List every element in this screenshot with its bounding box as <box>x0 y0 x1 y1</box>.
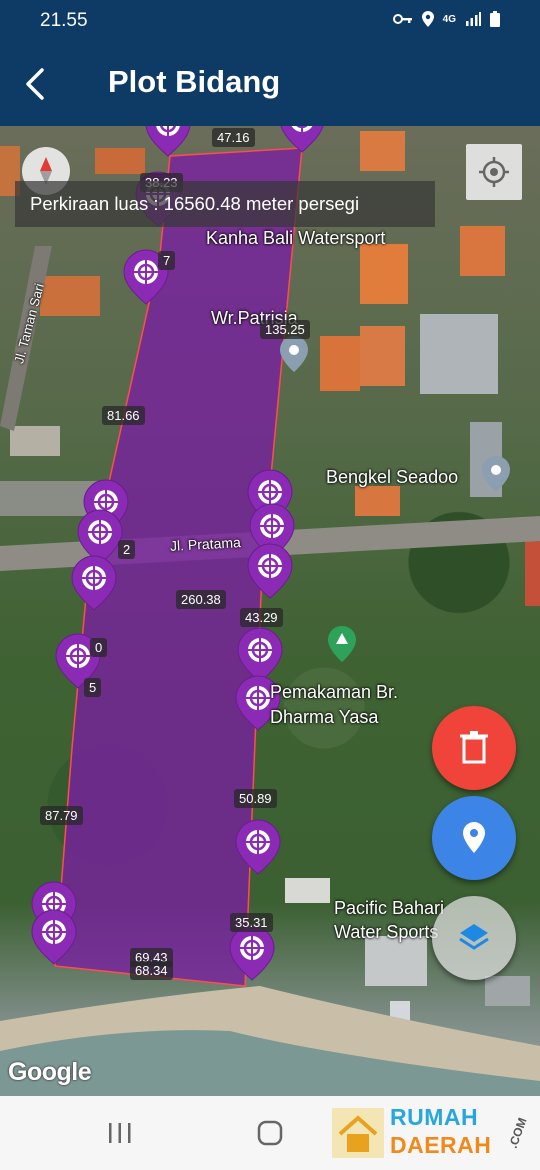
google-logo: Google <box>8 1058 92 1086</box>
segment-label: 50.89 <box>234 789 277 808</box>
place-label-pacific-bahari: Pacific Bahari Water Sports <box>334 898 445 942</box>
segment-label: 2 <box>118 540 136 559</box>
segment-label: 47.16 <box>212 128 255 147</box>
map-pin-icon <box>463 822 485 853</box>
location-icon <box>421 11 434 27</box>
segment-label: 5 <box>84 678 102 697</box>
house-logo-icon <box>332 1108 384 1158</box>
cemetery-pin-icon[interactable] <box>328 626 356 662</box>
place-label-bengkel-seadoo: Bengkel Seadoo <box>326 467 459 487</box>
place-pin-icon[interactable] <box>280 336 308 372</box>
segment-label: 87.79 <box>40 806 83 825</box>
battery-icon <box>490 11 500 27</box>
back-button[interactable] <box>18 64 58 104</box>
vertex-marker[interactable] <box>280 126 324 153</box>
layers-button[interactable] <box>432 896 516 980</box>
page-title: Plot Bidang <box>108 64 281 99</box>
watermark-suffix: .COM <box>505 1115 530 1151</box>
status-icons: 4G <box>392 11 500 27</box>
segment-label: 43.29 <box>240 608 283 627</box>
app-bar: Plot Bidang <box>0 42 540 126</box>
status-time: 21.55 <box>40 10 88 31</box>
segment-label: 135.25 <box>260 320 310 339</box>
recent-apps-button[interactable] <box>100 1116 140 1150</box>
rumah-daerah-watermark: RUMAH DAERAH .COM <box>332 1104 532 1162</box>
delete-button[interactable] <box>432 706 516 790</box>
segment-label: 7 <box>158 251 176 270</box>
status-bar: 21.55 4G <box>0 0 540 42</box>
recent-apps-icon <box>109 1123 131 1143</box>
place-label-kanha: Kanha Bali Watersport <box>206 228 386 248</box>
layers-icon <box>459 924 489 950</box>
trash-icon <box>460 731 488 764</box>
signal-icon <box>466 12 481 26</box>
crosshair-icon <box>479 157 509 187</box>
vertex-marker[interactable] <box>145 126 191 157</box>
segment-label: 260.38 <box>176 590 226 609</box>
home-button[interactable] <box>250 1116 290 1150</box>
area-estimate-banner: Perkiraan luas : 16560.48 meter persegi <box>15 181 435 227</box>
watermark-line2: DAERAH <box>390 1132 492 1158</box>
segment-label: 35.31 <box>230 913 273 932</box>
map-view[interactable]: Kanha Bali Watersport Wr.Patrisia Bengke… <box>0 126 540 1096</box>
home-icon <box>257 1120 283 1146</box>
segment-label: 81.66 <box>102 406 145 425</box>
vpn-key-icon <box>392 14 412 24</box>
my-location-button[interactable] <box>466 144 522 200</box>
back-arrow-icon <box>26 68 44 100</box>
segment-label: 0 <box>90 638 108 657</box>
place-label-pemakaman: Pemakaman Br. Dharma Yasa <box>270 682 399 727</box>
segment-label: 68.34 <box>130 961 173 980</box>
network-type: 4G <box>442 13 456 25</box>
add-marker-button[interactable] <box>432 796 516 880</box>
watermark-line1: RUMAH <box>390 1104 479 1130</box>
place-pin-icon[interactable] <box>482 456 510 492</box>
